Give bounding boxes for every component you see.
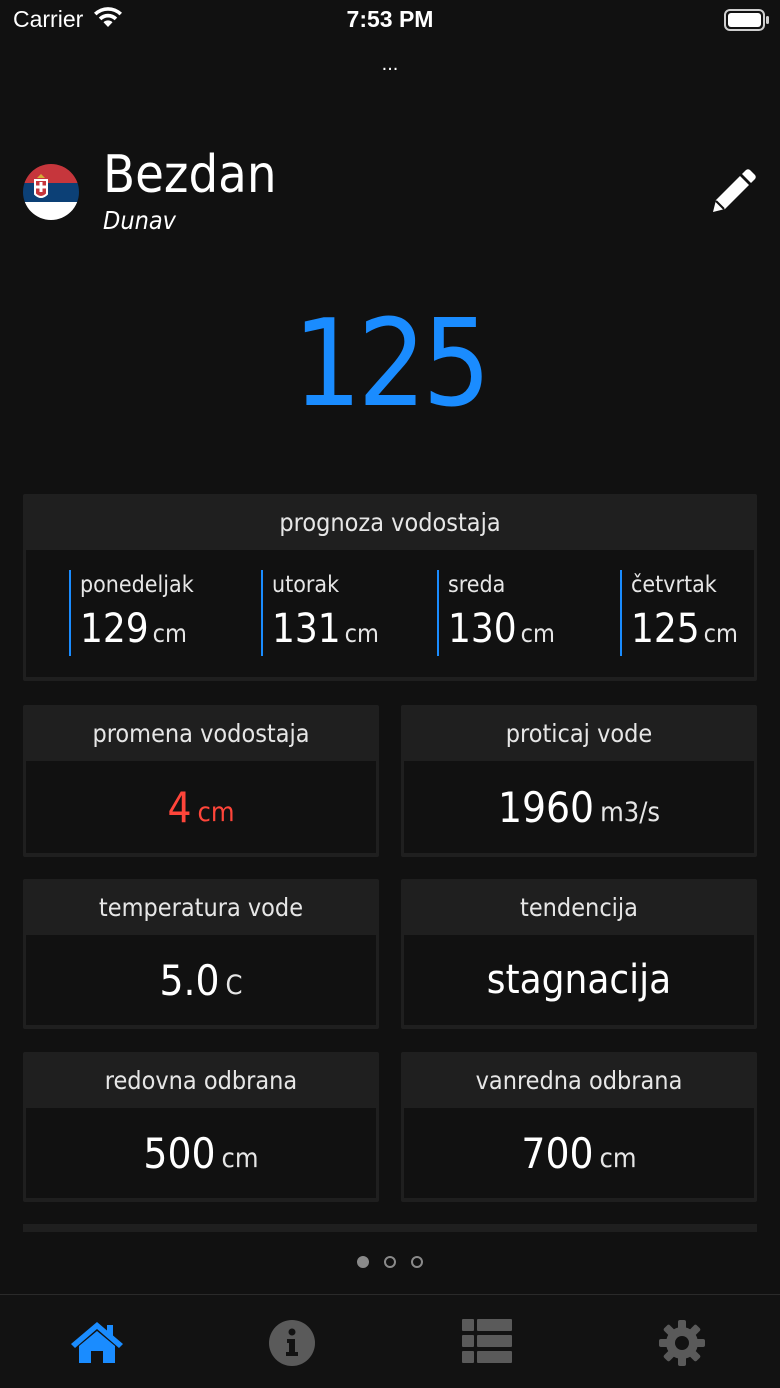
info-icon [269, 1320, 315, 1366]
forecast-day: utorak 131 cm [261, 570, 379, 656]
gear-icon [659, 1320, 705, 1366]
station-name: Bezdan [103, 145, 277, 205]
forecast-day-label: četvrtak [631, 572, 717, 598]
page-dot[interactable] [411, 1256, 423, 1268]
forecast-day-value: 125 [631, 606, 700, 652]
forecast-title: prognoza vodostaja [279, 508, 501, 537]
regular-defense-card: redovna odbrana 500 cm [23, 1052, 379, 1202]
forecast-day-unit: cm [520, 619, 555, 648]
regular-defense-unit: cm [221, 1142, 259, 1174]
emergency-defense-value: 700 [521, 1128, 594, 1178]
forecast-day-value: 131 [272, 606, 341, 652]
level-change-unit: cm [197, 796, 235, 828]
edit-button[interactable] [707, 168, 757, 218]
flow-card: proticaj vode 1960 m3/s [401, 705, 757, 857]
forecast-day-value: 130 [448, 606, 517, 652]
page-dot[interactable] [357, 1256, 369, 1268]
forecast-day-value: 129 [80, 606, 149, 652]
regular-defense-title: redovna odbrana [104, 1066, 298, 1095]
list-icon [462, 1319, 512, 1363]
forecast-day-label: sreda [448, 572, 506, 598]
flow-title: proticaj vode [505, 719, 653, 748]
forecast-day: sreda 130 cm [437, 570, 555, 656]
tab-home[interactable] [67, 1319, 127, 1369]
forecast-day-unit: cm [344, 619, 379, 648]
level-change-card: promena vodostaja 4 cm [23, 705, 379, 857]
forecast-day-label: ponedeljak [80, 572, 194, 598]
more-menu-button[interactable]: ... [0, 54, 780, 74]
next-card-partial [23, 1224, 757, 1232]
trend-value: stagnacija [486, 957, 672, 1003]
forecast-day-unit: cm [152, 619, 187, 648]
forecast-day-label: utorak [272, 572, 340, 598]
water-temperature-title: temperatura vode [98, 893, 304, 922]
emergency-defense-card: vanredna odbrana 700 cm [401, 1052, 757, 1202]
forecast-day: ponedeljak 129 cm [69, 570, 194, 656]
level-change-value: 4 [167, 782, 192, 832]
tab-info[interactable] [262, 1319, 322, 1369]
status-bar: Carrier 7:53 PM [0, 0, 780, 40]
page-indicator[interactable] [357, 1256, 423, 1274]
clock: 7:53 PM [346, 6, 434, 32]
water-temperature-card: temperatura vode 5.0 C [23, 879, 379, 1029]
forecast-card: prognoza vodostaja ponedeljak 129 cm utor… [23, 494, 757, 681]
river-name: Dunav [103, 206, 176, 235]
home-icon [71, 1322, 123, 1363]
forecast-day: četvrtak 125 cm [620, 570, 738, 656]
pencil-icon [713, 169, 756, 212]
trend-card: tendencija stagnacija [401, 879, 757, 1029]
serbia-flag-icon [23, 164, 79, 220]
forecast-day-unit: cm [703, 619, 738, 648]
flow-unit: m3/s [600, 796, 661, 828]
current-water-level: 125 [292, 295, 491, 434]
trend-title: tendencija [520, 893, 638, 922]
tab-list[interactable] [457, 1319, 517, 1369]
tab-bar [0, 1294, 780, 1388]
emergency-defense-title: vanredna odbrana [475, 1066, 683, 1095]
water-temperature-value: 5.0 [159, 955, 220, 1005]
water-temperature-unit: C [225, 969, 243, 1001]
flow-value: 1960 [497, 782, 595, 832]
battery-icon [724, 9, 770, 35]
emergency-defense-unit: cm [599, 1142, 637, 1174]
page-dot[interactable] [384, 1256, 396, 1268]
forecast-body: ponedeljak 129 cm utorak 131 cm sreda 130 c… [26, 550, 754, 677]
regular-defense-value: 500 [143, 1128, 216, 1178]
tab-settings[interactable] [652, 1319, 712, 1369]
level-change-title: promena vodostaja [92, 719, 310, 748]
